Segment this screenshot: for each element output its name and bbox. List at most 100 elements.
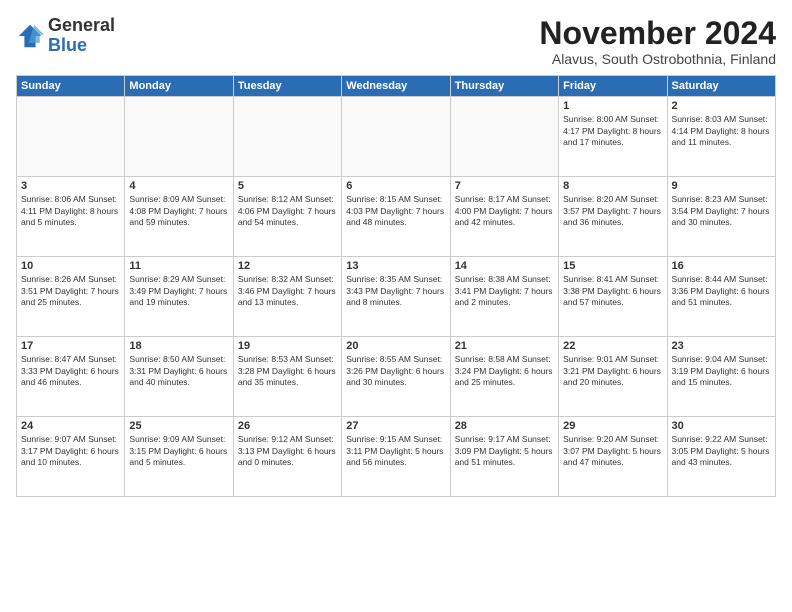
day-number-11: 11 — [129, 260, 228, 272]
day-number-24: 24 — [21, 420, 120, 432]
calendar-cell-w1-d1 — [125, 97, 233, 177]
calendar-cell-w3-d3: 13 Sunrise: 8:35 AM Sunset: 3:43 PM Dayli… — [342, 257, 450, 337]
header-wednesday: Wednesday — [342, 76, 450, 97]
day-info-12: Sunrise: 8:32 AM Sunset: 3:46 PM Dayligh… — [238, 274, 337, 308]
day-number-7: 7 — [455, 180, 554, 192]
header-monday: Monday — [125, 76, 233, 97]
logo-blue: Blue — [48, 35, 87, 55]
calendar-cell-w1-d3 — [342, 97, 450, 177]
logo: General Blue — [16, 16, 115, 56]
day-info-7: Sunrise: 8:17 AM Sunset: 4:00 PM Dayligh… — [455, 194, 554, 228]
calendar-cell-w5-d5: 29 Sunrise: 9:20 AM Sunset: 3:07 PM Dayli… — [559, 417, 667, 497]
calendar-cell-w2-d3: 6 Sunrise: 8:15 AM Sunset: 4:03 PM Daylig… — [342, 177, 450, 257]
day-number-19: 19 — [238, 340, 337, 352]
day-number-10: 10 — [21, 260, 120, 272]
calendar-cell-w2-d2: 5Sunrise: 8:12 AM Sunset: 4:06 PM Daylig… — [233, 177, 341, 257]
day-info-23: Sunrise: 9:04 AM Sunset: 3:19 PM Dayligh… — [672, 354, 771, 388]
calendar-cell-w2-d6: 9Sunrise: 8:23 AM Sunset: 3:54 PM Daylig… — [667, 177, 775, 257]
day-info-11: Sunrise: 8:29 AM Sunset: 3:49 PM Dayligh… — [129, 274, 228, 308]
day-number-26: 26 — [238, 420, 337, 432]
day-number-3: 3 — [21, 180, 120, 192]
calendar-cell-w1-d6: 2 Sunrise: 8:03 AM Sunset: 4:14 PM Daylig… — [667, 97, 775, 177]
calendar-cell-w5-d6: 30 Sunrise: 9:22 AM Sunset: 3:05 PM Dayli… — [667, 417, 775, 497]
day-info-3: Sunrise: 8:06 AM Sunset: 4:11 PM Dayligh… — [21, 194, 120, 228]
week-row-4: 17 Sunrise: 8:47 AM Sunset: 3:33 PM Dayli… — [17, 337, 776, 417]
day-info-9: Sunrise: 8:23 AM Sunset: 3:54 PM Dayligh… — [672, 194, 771, 228]
calendar: Sunday Monday Tuesday Wednesday Thursday… — [16, 75, 776, 497]
day-info-26: Sunrise: 9:12 AM Sunset: 3:13 PM Dayligh… — [238, 434, 337, 468]
day-number-8: 8 — [563, 180, 662, 192]
calendar-cell-w2-d1: 4Sunrise: 8:09 AM Sunset: 4:08 PM Daylig… — [125, 177, 233, 257]
week-row-1: 1Sunrise: 8:00 AM Sunset: 4:17 PM Daylig… — [17, 97, 776, 177]
calendar-cell-w5-d3: 27 Sunrise: 9:15 AM Sunset: 3:11 PM Dayli… — [342, 417, 450, 497]
calendar-cell-w2-d4: 7 Sunrise: 8:17 AM Sunset: 4:00 PM Daylig… — [450, 177, 558, 257]
day-number-6: 6 — [346, 180, 445, 192]
title-area: November 2024 Alavus, South Ostrobothnia… — [539, 16, 776, 67]
day-number-21: 21 — [455, 340, 554, 352]
day-info-6: Sunrise: 8:15 AM Sunset: 4:03 PM Dayligh… — [346, 194, 445, 228]
day-info-20: Sunrise: 8:55 AM Sunset: 3:26 PM Dayligh… — [346, 354, 445, 388]
day-info-5: Sunrise: 8:12 AM Sunset: 4:06 PM Dayligh… — [238, 194, 337, 228]
day-info-30: Sunrise: 9:22 AM Sunset: 3:05 PM Dayligh… — [672, 434, 771, 468]
calendar-cell-w3-d0: 10 Sunrise: 8:26 AM Sunset: 3:51 PM Dayli… — [17, 257, 125, 337]
calendar-cell-w4-d6: 23Sunrise: 9:04 AM Sunset: 3:19 PM Dayli… — [667, 337, 775, 417]
week-row-5: 24 Sunrise: 9:07 AM Sunset: 3:17 PM Dayli… — [17, 417, 776, 497]
day-info-10: Sunrise: 8:26 AM Sunset: 3:51 PM Dayligh… — [21, 274, 120, 308]
day-number-29: 29 — [563, 420, 662, 432]
day-number-4: 4 — [129, 180, 228, 192]
day-number-25: 25 — [129, 420, 228, 432]
logo-icon — [16, 22, 44, 50]
header-thursday: Thursday — [450, 76, 558, 97]
day-info-28: Sunrise: 9:17 AM Sunset: 3:09 PM Dayligh… — [455, 434, 554, 468]
day-info-24: Sunrise: 9:07 AM Sunset: 3:17 PM Dayligh… — [21, 434, 120, 468]
calendar-cell-w4-d2: 19 Sunrise: 8:53 AM Sunset: 3:28 PM Dayli… — [233, 337, 341, 417]
calendar-cell-w4-d3: 20 Sunrise: 8:55 AM Sunset: 3:26 PM Dayli… — [342, 337, 450, 417]
header: General Blue November 2024 Alavus, South… — [16, 16, 776, 67]
day-info-18: Sunrise: 8:50 AM Sunset: 3:31 PM Dayligh… — [129, 354, 228, 388]
calendar-cell-w3-d5: 15Sunrise: 8:41 AM Sunset: 3:38 PM Dayli… — [559, 257, 667, 337]
calendar-cell-w4-d1: 18 Sunrise: 8:50 AM Sunset: 3:31 PM Dayli… — [125, 337, 233, 417]
calendar-cell-w5-d1: 25 Sunrise: 9:09 AM Sunset: 3:15 PM Dayli… — [125, 417, 233, 497]
day-info-29: Sunrise: 9:20 AM Sunset: 3:07 PM Dayligh… — [563, 434, 662, 468]
calendar-cell-w2-d5: 8 Sunrise: 8:20 AM Sunset: 3:57 PM Daylig… — [559, 177, 667, 257]
day-info-27: Sunrise: 9:15 AM Sunset: 3:11 PM Dayligh… — [346, 434, 445, 468]
day-info-8: Sunrise: 8:20 AM Sunset: 3:57 PM Dayligh… — [563, 194, 662, 228]
week-row-3: 10 Sunrise: 8:26 AM Sunset: 3:51 PM Dayli… — [17, 257, 776, 337]
page: General Blue November 2024 Alavus, South… — [0, 0, 792, 612]
header-sunday: Sunday — [17, 76, 125, 97]
calendar-cell-w3-d1: 11 Sunrise: 8:29 AM Sunset: 3:49 PM Dayli… — [125, 257, 233, 337]
day-number-2: 2 — [672, 100, 771, 112]
day-number-30: 30 — [672, 420, 771, 432]
day-number-13: 13 — [346, 260, 445, 272]
calendar-cell-w2-d0: 3 Sunrise: 8:06 AM Sunset: 4:11 PM Daylig… — [17, 177, 125, 257]
day-info-14: Sunrise: 8:38 AM Sunset: 3:41 PM Dayligh… — [455, 274, 554, 308]
header-friday: Friday — [559, 76, 667, 97]
calendar-cell-w1-d2 — [233, 97, 341, 177]
day-number-28: 28 — [455, 420, 554, 432]
calendar-cell-w5-d0: 24 Sunrise: 9:07 AM Sunset: 3:17 PM Dayli… — [17, 417, 125, 497]
day-info-17: Sunrise: 8:47 AM Sunset: 3:33 PM Dayligh… — [21, 354, 120, 388]
day-info-13: Sunrise: 8:35 AM Sunset: 3:43 PM Dayligh… — [346, 274, 445, 308]
day-info-1: Sunrise: 8:00 AM Sunset: 4:17 PM Dayligh… — [563, 114, 662, 148]
calendar-cell-w3-d4: 14 Sunrise: 8:38 AM Sunset: 3:41 PM Dayli… — [450, 257, 558, 337]
calendar-cell-w3-d6: 16Sunrise: 8:44 AM Sunset: 3:36 PM Dayli… — [667, 257, 775, 337]
week-row-2: 3 Sunrise: 8:06 AM Sunset: 4:11 PM Daylig… — [17, 177, 776, 257]
calendar-cell-w1-d5: 1Sunrise: 8:00 AM Sunset: 4:17 PM Daylig… — [559, 97, 667, 177]
calendar-cell-w5-d2: 26 Sunrise: 9:12 AM Sunset: 3:13 PM Dayli… — [233, 417, 341, 497]
calendar-header-row: Sunday Monday Tuesday Wednesday Thursday… — [17, 76, 776, 97]
day-info-15: Sunrise: 8:41 AM Sunset: 3:38 PM Dayligh… — [563, 274, 662, 308]
day-number-18: 18 — [129, 340, 228, 352]
day-info-2: Sunrise: 8:03 AM Sunset: 4:14 PM Dayligh… — [672, 114, 771, 148]
location-subtitle: Alavus, South Ostrobothnia, Finland — [539, 51, 776, 67]
day-number-20: 20 — [346, 340, 445, 352]
day-info-25: Sunrise: 9:09 AM Sunset: 3:15 PM Dayligh… — [129, 434, 228, 468]
day-number-16: 16 — [672, 260, 771, 272]
calendar-cell-w4-d0: 17 Sunrise: 8:47 AM Sunset: 3:33 PM Dayli… — [17, 337, 125, 417]
logo-text: General Blue — [48, 16, 115, 56]
day-info-19: Sunrise: 8:53 AM Sunset: 3:28 PM Dayligh… — [238, 354, 337, 388]
day-number-27: 27 — [346, 420, 445, 432]
header-saturday: Saturday — [667, 76, 775, 97]
day-number-14: 14 — [455, 260, 554, 272]
calendar-cell-w5-d4: 28 Sunrise: 9:17 AM Sunset: 3:09 PM Dayli… — [450, 417, 558, 497]
day-number-17: 17 — [21, 340, 120, 352]
